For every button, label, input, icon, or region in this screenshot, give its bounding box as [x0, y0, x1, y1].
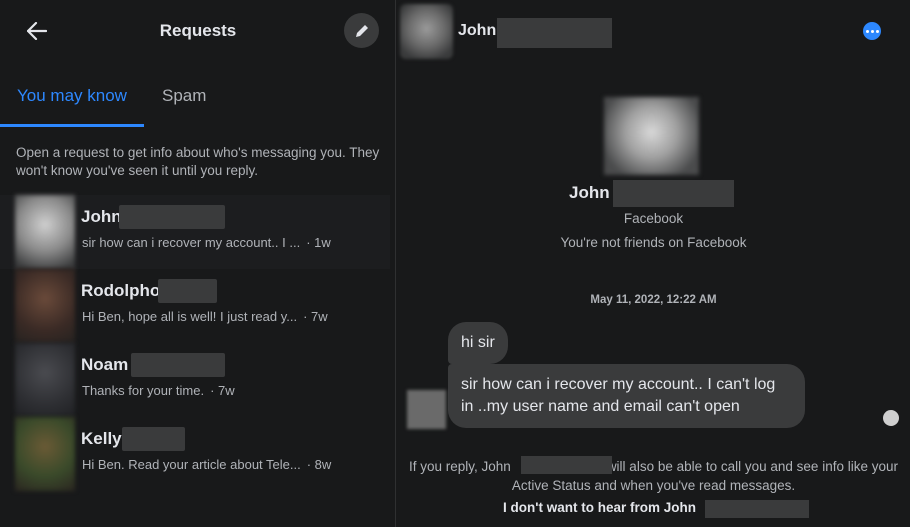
tab-spam[interactable]: Spam: [162, 86, 206, 106]
list-item[interactable]: Kelly Hi Ben. Read your article about Te…: [0, 417, 390, 491]
read-receipt-icon: [883, 410, 899, 426]
redaction: [119, 205, 225, 229]
avatar[interactable]: [400, 4, 453, 59]
requests-info-text: Open a request to get info about who's m…: [16, 145, 380, 178]
tab-you-may-know[interactable]: You may know: [17, 86, 127, 106]
redaction: [158, 279, 217, 303]
more-dots-icon: [865, 29, 869, 33]
request-name: John: [81, 207, 122, 226]
more-options-button[interactable]: [863, 22, 881, 40]
avatar: [15, 269, 75, 343]
redaction: [131, 353, 225, 377]
avatar: [15, 195, 75, 269]
profile-avatar: [604, 97, 699, 175]
avatar: [15, 343, 75, 417]
profile-name: John: [569, 183, 610, 202]
avatar: [15, 417, 75, 491]
request-preview: Thanks for your time. · 7w: [82, 383, 235, 398]
list-item[interactable]: John sir how can i recover my account.. …: [0, 195, 390, 269]
request-name: Rodolpho: [81, 281, 161, 300]
reply-notice: If you reply, John will also be able to c…: [409, 459, 898, 493]
request-name: Noam: [81, 355, 129, 374]
request-preview: Hi Ben. Read your article about Tele... ·…: [82, 457, 332, 472]
message-bubble[interactable]: hi sir: [448, 322, 508, 364]
message-timestamp: May 11, 2022, 12:22 AM: [590, 294, 717, 306]
requests-panel: Requests You may know Spam Open a reques…: [0, 0, 396, 527]
redaction: [497, 18, 612, 48]
sender-avatar: [407, 390, 446, 429]
redaction: [122, 427, 185, 451]
list-item[interactable]: Rodolpho Hi Ben, hope all is well! I jus…: [0, 269, 390, 343]
request-list: John sir how can i recover my account.. …: [0, 195, 390, 491]
list-item[interactable]: Noam Thanks for your time. · 7w: [0, 343, 390, 417]
redaction: [613, 180, 734, 207]
active-tab-indicator: [0, 124, 144, 127]
request-preview: Hi Ben, hope all is well! I just read y.…: [82, 309, 328, 324]
profile-platform: Facebook: [623, 211, 684, 226]
block-sender-button[interactable]: I don't want to hear from John: [397, 500, 910, 515]
pencil-icon: [355, 24, 368, 37]
conversation-title[interactable]: John: [458, 22, 496, 40]
compose-button[interactable]: [344, 13, 379, 48]
redaction: [705, 500, 809, 518]
profile-relation: You're not friends on Facebook: [560, 235, 747, 250]
page-title: Requests: [159, 21, 237, 40]
redaction: [521, 456, 612, 474]
request-preview: sir how can i recover my account.. I ...…: [82, 235, 331, 250]
request-name: Kelly: [81, 429, 122, 448]
conversation-panel: John John Facebook You're not friends on…: [397, 0, 910, 527]
message-bubble[interactable]: sir how can i recover my account.. I can…: [448, 364, 805, 428]
